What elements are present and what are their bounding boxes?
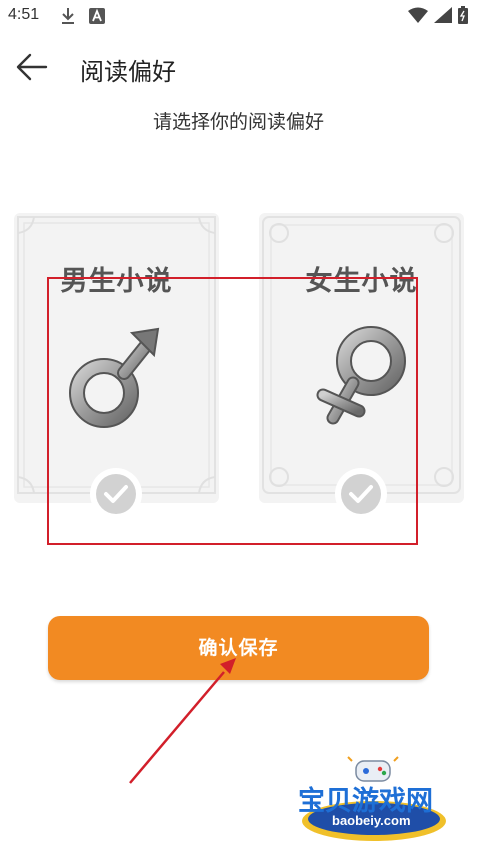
app-bar: 阅读偏好 — [0, 40, 477, 96]
download-icon — [60, 6, 76, 30]
status-bar: 4:51 — [0, 0, 477, 32]
confirm-save-button[interactable]: 确认保存 — [48, 616, 429, 680]
watermark-logo: 宝贝游戏网 baobeiy.com — [296, 755, 452, 845]
signal-icon — [434, 7, 452, 27]
watermark-url: baobeiy.com — [332, 813, 411, 828]
page-title: 阅读偏好 — [80, 58, 176, 86]
wifi-icon — [408, 7, 428, 27]
page-subtitle: 请选择你的阅读偏好 — [152, 111, 324, 133]
arrow-left-icon — [16, 53, 48, 81]
battery-icon — [458, 6, 468, 28]
back-button[interactable] — [12, 48, 52, 88]
a-badge-icon — [89, 8, 105, 28]
status-time: 4:51 — [8, 6, 40, 23]
annotation-highlight-box — [47, 277, 418, 545]
